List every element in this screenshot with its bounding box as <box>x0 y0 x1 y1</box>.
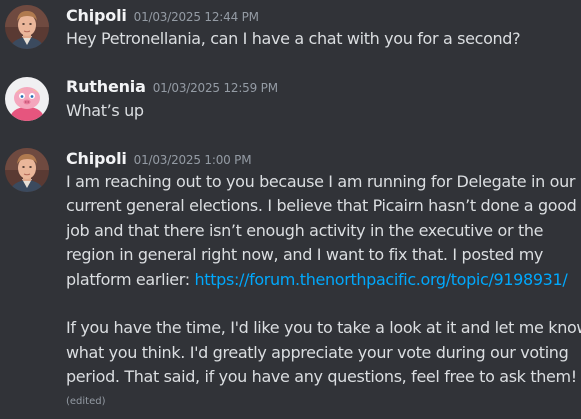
man-portrait-avatar[interactable] <box>5 148 49 192</box>
message-content: What’s up <box>66 99 571 123</box>
message-header: Chipoli 01/03/2025 12:44 PM <box>66 6 259 25</box>
message-line: platform earlier: https://forum.thenorth… <box>66 268 571 292</box>
pink-puppet-avatar[interactable] <box>5 77 49 121</box>
man-portrait-avatar[interactable] <box>5 5 49 49</box>
timestamp[interactable]: 01/03/2025 1:00 PM <box>134 153 252 167</box>
message-line: If you have the time, I'd like you to ta… <box>66 318 581 338</box>
message-line: what you think. I'd greatly appreciate y… <box>66 342 569 362</box>
username[interactable]: Ruthenia <box>66 77 146 96</box>
message-line: I am reaching out to you because I am ru… <box>66 172 576 191</box>
platform-link[interactable]: https://forum.thenorthpacific.org/topic/… <box>195 270 568 289</box>
message-line: What’s up <box>66 101 144 120</box>
timestamp[interactable]: 01/03/2025 12:44 PM <box>134 10 259 24</box>
message-line: Hey Petronellania, can I have a chat wit… <box>66 29 521 48</box>
message-line: job and that there isn’t enough activity… <box>66 220 544 240</box>
link-prefix: platform earlier: <box>66 269 195 289</box>
message-line: region in general right now, and I want … <box>66 245 544 265</box>
message-line: period. That said, if you have any quest… <box>66 367 577 387</box>
username[interactable]: Chipoli <box>66 6 127 25</box>
message-line: current general elections. I believe tha… <box>66 196 577 216</box>
message-content: I am reaching out to you because I am ru… <box>66 170 581 390</box>
username[interactable]: Chipoli <box>66 149 127 168</box>
message-header: Chipoli 01/03/2025 1:00 PM <box>66 149 252 168</box>
timestamp[interactable]: 01/03/2025 12:59 PM <box>153 81 278 95</box>
message-content: Hey Petronellania, can I have a chat wit… <box>66 27 571 51</box>
edited-label: (edited) <box>66 396 106 407</box>
chat-messages: Chipoli 01/03/2025 12:44 PM Hey Petronell… <box>0 0 581 419</box>
message-header: Ruthenia 01/03/2025 12:59 PM <box>66 77 278 96</box>
